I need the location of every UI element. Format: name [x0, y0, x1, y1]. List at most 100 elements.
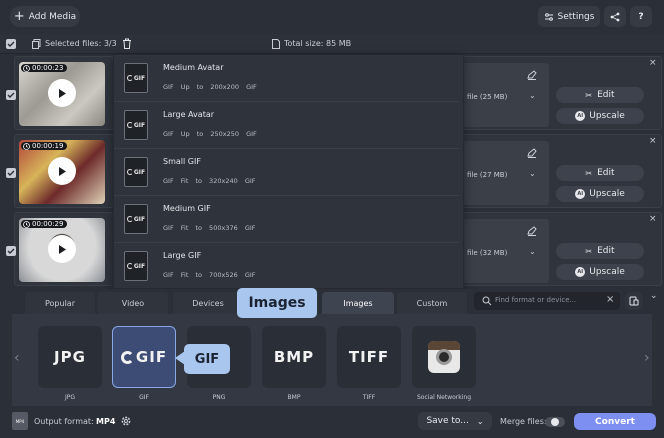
add-media-label: Add Media: [28, 11, 77, 22]
remove-file-icon[interactable]: ×: [649, 136, 657, 146]
settings-button[interactable]: Settings: [538, 6, 600, 27]
play-button[interactable]: [48, 79, 76, 107]
trash-icon[interactable]: [122, 38, 132, 49]
format-panel: [12, 314, 652, 406]
gif-callout: GIF: [184, 344, 230, 374]
scissors-icon: ✂: [585, 90, 593, 100]
convert-button[interactable]: Convert: [574, 413, 656, 430]
edit-button[interactable]: ✂ Edit: [556, 243, 644, 259]
gear-icon[interactable]: [120, 415, 132, 427]
clock-icon: [23, 142, 30, 150]
search-input[interactable]: Find format or device... ×: [474, 292, 620, 310]
play-button[interactable]: [48, 157, 76, 185]
preset-tag: GIF: [246, 130, 257, 138]
images-callout-label: Images: [248, 295, 306, 311]
upscale-button[interactable]: AI Upscale: [556, 186, 644, 202]
add-media-button[interactable]: + Add Media: [10, 6, 80, 27]
gif-logo-icon: [120, 350, 134, 364]
preset-item[interactable]: GIF Small GIF GIF Fit to 320x240 GIF: [114, 149, 459, 196]
tab-label: Popular: [45, 298, 75, 308]
edit-button[interactable]: ✂ Edit: [556, 87, 644, 103]
help-button[interactable]: ?: [630, 6, 652, 27]
tab-images[interactable]: Images: [322, 292, 394, 314]
preset-format: GIF: [163, 130, 174, 138]
upscale-button[interactable]: AI Upscale: [556, 108, 644, 124]
play-icon: [59, 166, 66, 176]
output-format-icon: MP4: [12, 412, 28, 430]
settings-label: Settings: [557, 11, 595, 22]
top-toolbar: + Add Media Settings ?: [0, 0, 664, 34]
tab-label: Images: [343, 298, 373, 308]
pencil-icon[interactable]: [527, 148, 537, 158]
scissors-icon: ✂: [585, 168, 593, 178]
preset-name: Medium Avatar: [163, 63, 224, 72]
format-tile-bmp[interactable]: BMP: [262, 326, 326, 388]
preset-size-spec: Fit to 700x526: [180, 271, 238, 279]
scroll-right-arrow-icon[interactable]: ›: [644, 350, 650, 366]
format-tile-text: TIFF: [348, 348, 390, 366]
preset-item[interactable]: GIF Medium Avatar GIF Up to 200x200 GIF: [114, 55, 459, 102]
share-button[interactable]: [604, 6, 626, 27]
gif-file-icon-text: GIF: [133, 215, 146, 223]
size-chevron-icon[interactable]: ⌄: [529, 169, 536, 178]
file-checkbox[interactable]: [6, 90, 16, 100]
format-tile-tiff[interactable]: TIFF: [337, 326, 401, 388]
preset-format: GIF: [163, 224, 174, 232]
select-all-checkbox[interactable]: [6, 39, 16, 49]
preset-item[interactable]: GIF Large Avatar GIF Up to 250x250 GIF: [114, 102, 459, 149]
video-thumbnail[interactable]: 00:00:23: [19, 62, 105, 126]
check-icon: [7, 41, 15, 47]
gif-file-icon-text: GIF: [133, 168, 146, 176]
clear-search-icon[interactable]: ×: [606, 294, 614, 305]
file-checkbox[interactable]: [6, 168, 16, 178]
plus-icon: +: [13, 8, 25, 24]
edit-label: Edit: [597, 168, 615, 178]
remove-file-icon[interactable]: ×: [649, 214, 657, 224]
device-detect-button[interactable]: [625, 292, 643, 310]
edit-label: Edit: [597, 246, 615, 256]
merge-files-toggle[interactable]: [545, 417, 565, 427]
pencil-icon[interactable]: [527, 226, 537, 236]
sliders-icon: [544, 12, 553, 21]
video-thumbnail[interactable]: 00:00:29: [19, 218, 105, 282]
gif-file-icon-text: GIF: [133, 121, 146, 129]
duration-badge: 00:00:19: [21, 142, 68, 150]
edit-button[interactable]: ✂ Edit: [556, 165, 644, 181]
preset-description: GIF Fit to 700x526 GIF: [163, 271, 256, 279]
play-button[interactable]: [48, 235, 76, 263]
preset-item[interactable]: GIF Medium GIF GIF Fit to 500x376 GIF: [114, 196, 459, 243]
preset-size-spec: Up to 250x250: [180, 130, 239, 138]
preset-item[interactable]: GIF Large GIF GIF Fit to 700x526 GIF: [114, 243, 459, 290]
selection-bar: Selected files: 3/3 Total size: 85 MB: [0, 34, 664, 54]
size-chevron-icon[interactable]: ⌄: [529, 247, 536, 256]
gif-file-icon-text: GIF: [133, 262, 146, 270]
remove-file-icon[interactable]: ×: [649, 58, 657, 68]
format-tile-jpg[interactable]: JPG: [38, 326, 102, 388]
upscale-label: Upscale: [589, 189, 625, 199]
pencil-icon[interactable]: [527, 70, 537, 80]
gif-file-icon: GIF: [124, 204, 148, 234]
tab-popular[interactable]: Popular: [25, 292, 95, 314]
collapse-chevron-icon[interactable]: ⌄: [650, 291, 658, 301]
size-chevron-icon[interactable]: ⌄: [529, 91, 536, 100]
duration-badge: 00:00:29: [21, 220, 68, 228]
tab-video[interactable]: Video: [98, 292, 168, 314]
save-to-button[interactable]: Save to... ⌄: [418, 412, 492, 430]
tab-devices[interactable]: Devices: [173, 292, 243, 314]
format-tile-gif[interactable]: GIF: [112, 326, 176, 388]
scroll-left-arrow-icon[interactable]: ‹: [14, 350, 20, 366]
preset-description: GIF Up to 200x200 GIF: [163, 83, 257, 91]
preset-dropdown: GIF Medium Avatar GIF Up to 200x200 GIF …: [113, 54, 464, 290]
upscale-label: Upscale: [589, 111, 625, 121]
ai-icon: AI: [575, 189, 586, 199]
file-checkbox[interactable]: [6, 246, 16, 256]
video-thumbnail[interactable]: 00:00:19: [19, 140, 105, 204]
tab-custom[interactable]: Custom: [397, 292, 467, 314]
save-to-chevron-icon: ⌄: [476, 416, 484, 426]
format-tile-text: BMP: [273, 348, 315, 366]
format-tile-social-networking[interactable]: [412, 326, 476, 388]
output-size-text: file (27 MB): [467, 171, 508, 179]
preset-name: Small GIF: [163, 157, 201, 166]
upscale-button[interactable]: AI Upscale: [556, 264, 644, 280]
scissors-icon: ✂: [585, 246, 593, 256]
